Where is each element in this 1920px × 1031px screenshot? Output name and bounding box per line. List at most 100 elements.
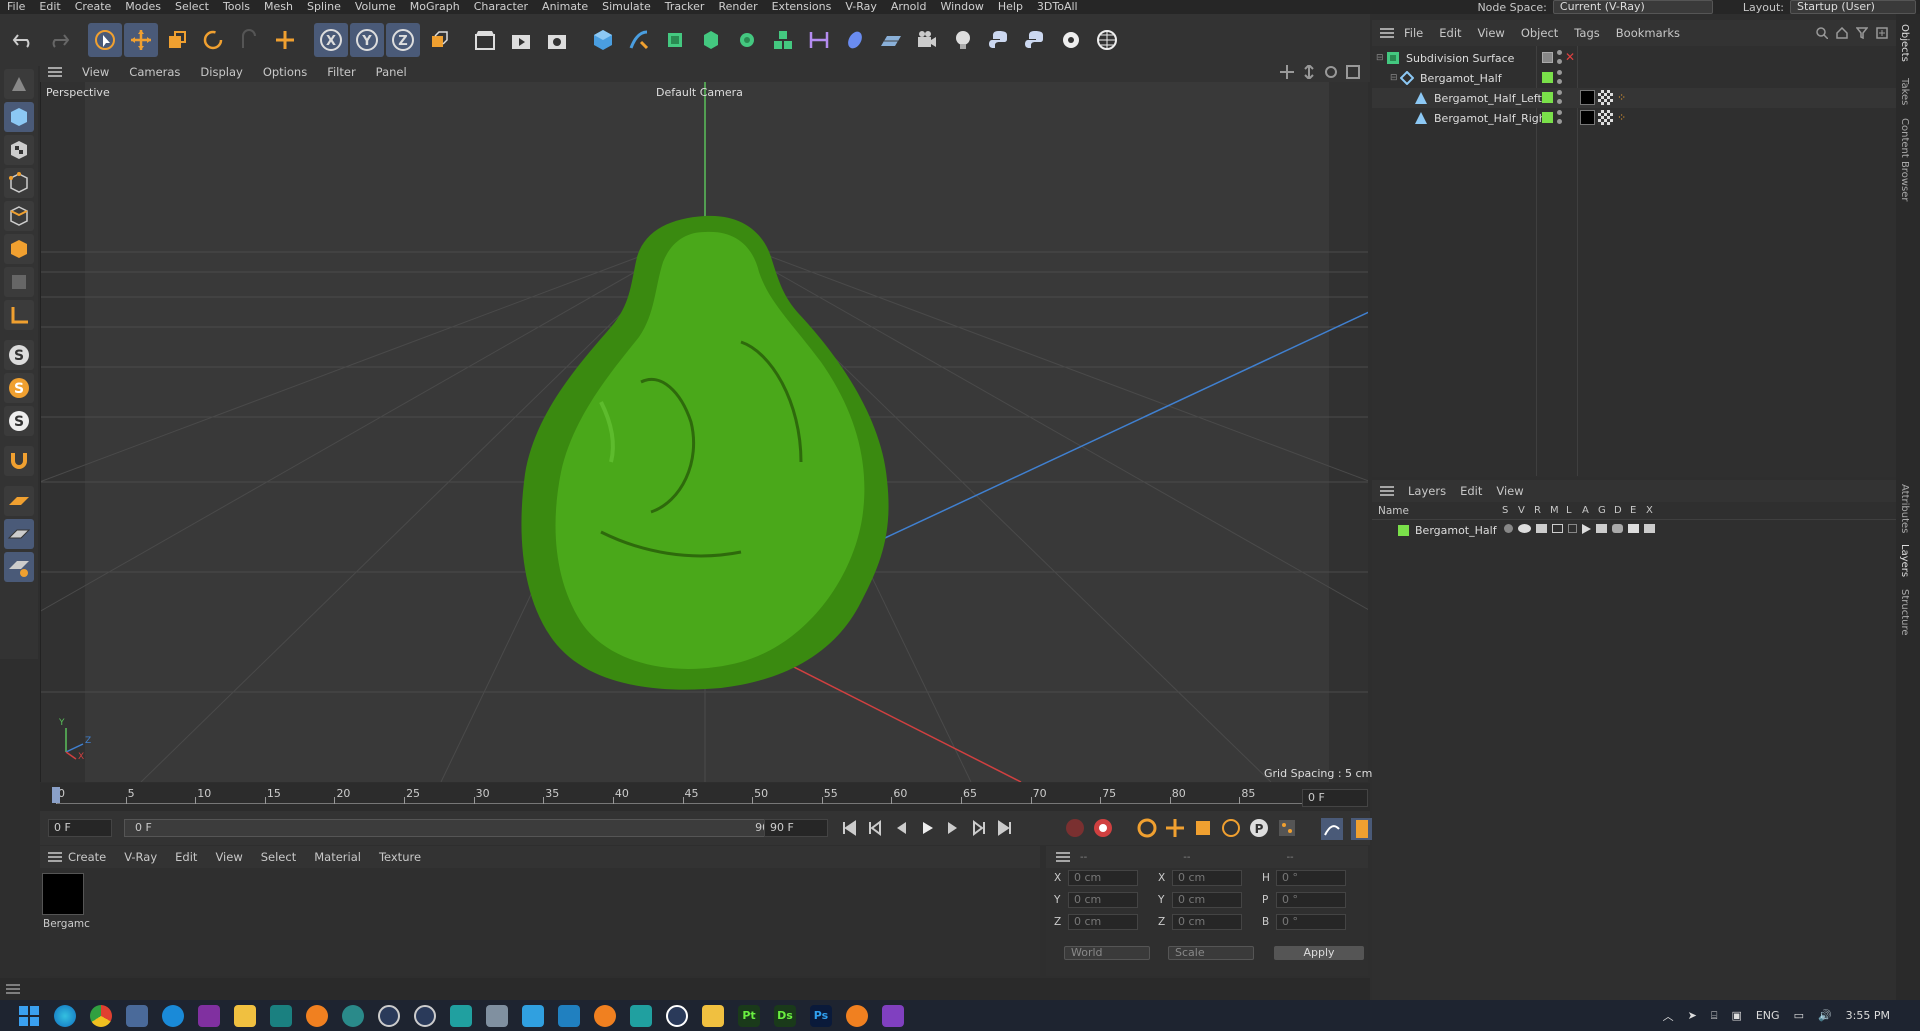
python-button-2[interactable] bbox=[1018, 23, 1052, 57]
viewport-menu-view[interactable]: View bbox=[82, 65, 109, 79]
next-key-icon[interactable] bbox=[970, 819, 988, 837]
tab-takes[interactable]: Takes bbox=[1899, 78, 1910, 105]
move-tool-button[interactable] bbox=[124, 23, 158, 57]
key-all-icon[interactable] bbox=[1136, 817, 1158, 839]
material-menu-select[interactable]: Select bbox=[261, 850, 296, 864]
3d-viewport[interactable]: Y Z X bbox=[40, 82, 1368, 782]
key-scale-icon[interactable] bbox=[1192, 817, 1214, 839]
cinema4d-icon[interactable] bbox=[414, 1004, 436, 1027]
light-button[interactable] bbox=[946, 23, 980, 57]
menu-character[interactable]: Character bbox=[467, 0, 535, 14]
tab-structure[interactable]: Structure bbox=[1899, 589, 1910, 636]
key-pla-icon[interactable] bbox=[1276, 817, 1298, 839]
menu-extensions[interactable]: Extensions bbox=[765, 0, 839, 14]
edge-icon[interactable] bbox=[54, 1004, 76, 1027]
generators-icon[interactable] bbox=[1596, 524, 1607, 533]
apply-button[interactable]: Apply bbox=[1274, 946, 1364, 960]
calculator-icon[interactable] bbox=[126, 1004, 148, 1027]
lock-icon[interactable] bbox=[1568, 524, 1577, 533]
layer-menu-view[interactable]: View bbox=[1496, 484, 1523, 498]
x-axis-lock-button[interactable]: X bbox=[314, 23, 348, 57]
camera-button[interactable] bbox=[910, 23, 944, 57]
layer-row-bergamot-half[interactable]: Bergamot_Half bbox=[1372, 520, 1896, 540]
xrefs-icon[interactable] bbox=[1644, 524, 1655, 533]
snap-button[interactable]: S bbox=[4, 340, 34, 370]
render-visibility-dot[interactable] bbox=[1557, 119, 1562, 124]
world-button[interactable] bbox=[1090, 23, 1124, 57]
make-editable-button[interactable] bbox=[4, 69, 34, 99]
hamburger-icon[interactable] bbox=[48, 852, 62, 862]
manager-icon[interactable] bbox=[1552, 524, 1563, 533]
menu-mesh[interactable]: Mesh bbox=[257, 0, 300, 14]
viewport-menu-options[interactable]: Options bbox=[263, 65, 307, 79]
undo-button[interactable] bbox=[6, 23, 40, 57]
layer-col-flag[interactable]: E bbox=[1630, 505, 1646, 516]
texture-mode-button[interactable] bbox=[4, 135, 34, 165]
subdivision-button[interactable] bbox=[658, 23, 692, 57]
menu-volume[interactable]: Volume bbox=[348, 0, 403, 14]
deformers-icon[interactable] bbox=[1612, 524, 1623, 533]
menu-create[interactable]: Create bbox=[68, 0, 119, 14]
layer-col-flag[interactable]: A bbox=[1582, 505, 1598, 516]
timeline-ruler[interactable]: 051015202530354045505560657075808590 0 F bbox=[40, 783, 1370, 811]
menu-edit[interactable]: Edit bbox=[32, 0, 67, 14]
coordinate-field[interactable]: 0 cm bbox=[1172, 892, 1242, 908]
node-space-dropdown[interactable]: Current (V-Ray) bbox=[1552, 0, 1713, 14]
hamburger-icon[interactable] bbox=[1056, 852, 1070, 862]
object-menu-bookmarks[interactable]: Bookmarks bbox=[1616, 26, 1680, 40]
3ds-max-icon[interactable] bbox=[558, 1004, 580, 1027]
layer-col-flag[interactable]: R bbox=[1534, 505, 1550, 516]
clock[interactable]: 3:55 PM bbox=[1846, 1009, 1890, 1022]
render-settings-button[interactable] bbox=[540, 23, 574, 57]
cinema4d-active-icon[interactable] bbox=[666, 1004, 688, 1027]
menu-vray[interactable]: V-Ray bbox=[838, 0, 884, 14]
python-button-1[interactable] bbox=[982, 23, 1016, 57]
redo-button[interactable] bbox=[42, 23, 76, 57]
prev-key-icon[interactable] bbox=[866, 819, 884, 837]
object-menu-tags[interactable]: Tags bbox=[1574, 26, 1599, 40]
create-null-button[interactable] bbox=[268, 23, 302, 57]
layer-menu-layers[interactable]: Layers bbox=[1408, 484, 1446, 498]
axis-mode-button[interactable] bbox=[4, 300, 34, 330]
render-icon[interactable] bbox=[1536, 524, 1547, 533]
material-menu-create[interactable]: Create bbox=[68, 850, 106, 864]
record-icon[interactable] bbox=[1064, 817, 1086, 839]
playhead[interactable] bbox=[52, 787, 60, 803]
blender-icon[interactable] bbox=[306, 1004, 328, 1027]
object-row-subdivision[interactable]: ⊟ Subdivision Surface ✕ bbox=[1372, 48, 1896, 68]
material-menu-texture[interactable]: Texture bbox=[379, 850, 421, 864]
points-mode-button[interactable] bbox=[4, 168, 34, 198]
object-menu-edit[interactable]: Edit bbox=[1439, 26, 1461, 40]
scale-tool-button[interactable] bbox=[160, 23, 194, 57]
layer-col-flag[interactable]: V bbox=[1518, 505, 1534, 516]
chrome-icon[interactable] bbox=[90, 1004, 112, 1027]
app-icon[interactable] bbox=[450, 1004, 472, 1027]
hamburger-icon[interactable] bbox=[1380, 486, 1394, 496]
editor-visibility-dot[interactable] bbox=[1557, 50, 1562, 55]
menu-tracker[interactable]: Tracker bbox=[658, 0, 712, 14]
view-eye-icon[interactable] bbox=[1518, 524, 1531, 533]
app-icon[interactable] bbox=[486, 1004, 508, 1027]
app-icon[interactable] bbox=[342, 1004, 364, 1027]
selection-tag-icon[interactable]: ⁘ bbox=[1617, 91, 1626, 104]
pan-icon[interactable] bbox=[1280, 65, 1294, 79]
object-name[interactable]: Bergamot_Half_Left bbox=[1434, 92, 1542, 105]
layer-color-icon[interactable] bbox=[1542, 112, 1553, 123]
menu-mograph[interactable]: MoGraph bbox=[403, 0, 467, 14]
tray-app-icon[interactable]: ▣ bbox=[1731, 1009, 1741, 1022]
mograph-button[interactable] bbox=[766, 23, 800, 57]
autokey-icon[interactable] bbox=[1092, 817, 1114, 839]
polygons-mode-button[interactable] bbox=[4, 234, 34, 264]
menu-window[interactable]: Window bbox=[933, 0, 990, 14]
coordinate-field[interactable]: 0 cm bbox=[1068, 870, 1138, 886]
object-name[interactable]: Bergamot_Half_Right bbox=[1434, 112, 1550, 125]
layout-dropdown[interactable]: Startup (User) bbox=[1790, 0, 1916, 14]
coordinate-field[interactable]: 0 cm bbox=[1068, 892, 1138, 908]
disable-icon[interactable]: ✕ bbox=[1565, 50, 1575, 64]
menu-animate[interactable]: Animate bbox=[535, 0, 595, 14]
key-parameter-icon[interactable]: P bbox=[1248, 817, 1270, 839]
tab-content-browser[interactable]: Content Browser bbox=[1899, 118, 1910, 201]
uv-mode-button[interactable] bbox=[4, 267, 34, 297]
search-icon[interactable] bbox=[1816, 27, 1828, 39]
timeline-window-icon[interactable] bbox=[1320, 817, 1344, 841]
